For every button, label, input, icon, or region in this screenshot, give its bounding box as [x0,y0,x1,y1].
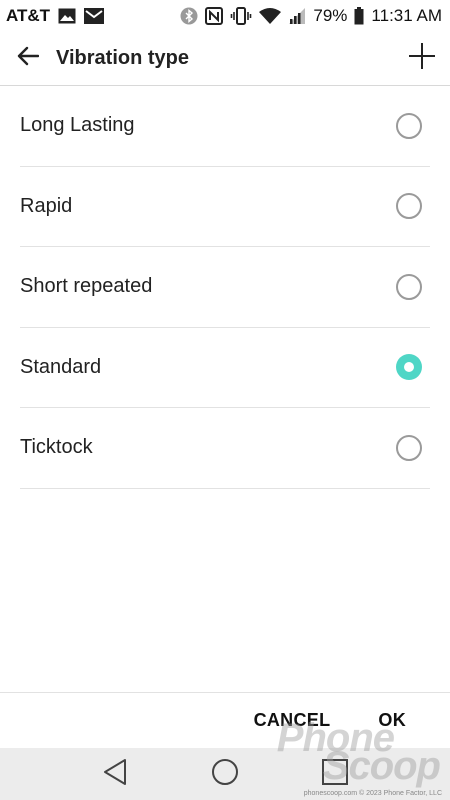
status-right: 79% 11:31 AM [180,6,442,26]
radio-button-selected[interactable] [396,354,422,381]
radio-dot [404,362,414,373]
radio-button[interactable] [396,193,422,220]
battery-icon [354,7,364,25]
wifi-icon [259,7,282,25]
status-left: AT&T [6,6,105,26]
recents-square-icon [321,758,349,791]
option-standard[interactable]: Standard [20,328,430,408]
option-ticktock[interactable]: Ticktock [20,408,430,489]
home-circle-icon [211,758,239,791]
page-title: Vibration type [56,47,189,69]
radio-button[interactable] [396,273,422,300]
nfc-icon [205,7,224,25]
dialog-button-bar: CANCEL OK [0,692,450,748]
image-icon [58,8,76,24]
plus-icon [408,42,436,75]
option-label: Standard [20,355,102,378]
battery-percent: 79% [313,6,348,25]
option-label: Rapid [20,194,73,217]
signal-icon [288,7,306,25]
option-rapid[interactable]: Rapid [20,167,430,247]
option-label: Long Lasting [20,114,135,137]
vibrate-icon [230,7,252,25]
nav-home-button[interactable] [205,754,245,794]
arrow-left-icon [17,46,40,71]
gmail-icon [84,8,105,24]
radio-button[interactable] [396,112,422,139]
back-triangle-icon [102,758,128,791]
navigation-bar [0,748,450,800]
option-short-repeated[interactable]: Short repeated [20,247,430,328]
carrier-label: AT&T [6,6,51,25]
app-bar: Vibration type [0,32,450,86]
clock: 11:31 AM [371,6,442,25]
option-label: Short repeated [20,275,153,298]
cancel-button[interactable]: CANCEL [254,710,331,731]
option-label: Ticktock [20,436,93,459]
nav-back-button[interactable] [95,754,135,794]
radio-button[interactable] [396,434,422,461]
vibration-options-list: Long Lasting Rapid Short repeated Standa… [20,86,430,489]
nav-recents-button[interactable] [315,754,355,794]
option-long-lasting[interactable]: Long Lasting [20,86,430,167]
bluetooth-icon [180,7,198,25]
add-button[interactable] [394,32,450,86]
status-bar: AT&T 79% 11:31 AM [0,0,450,32]
back-button[interactable] [0,32,56,86]
ok-button[interactable]: OK [378,710,406,731]
